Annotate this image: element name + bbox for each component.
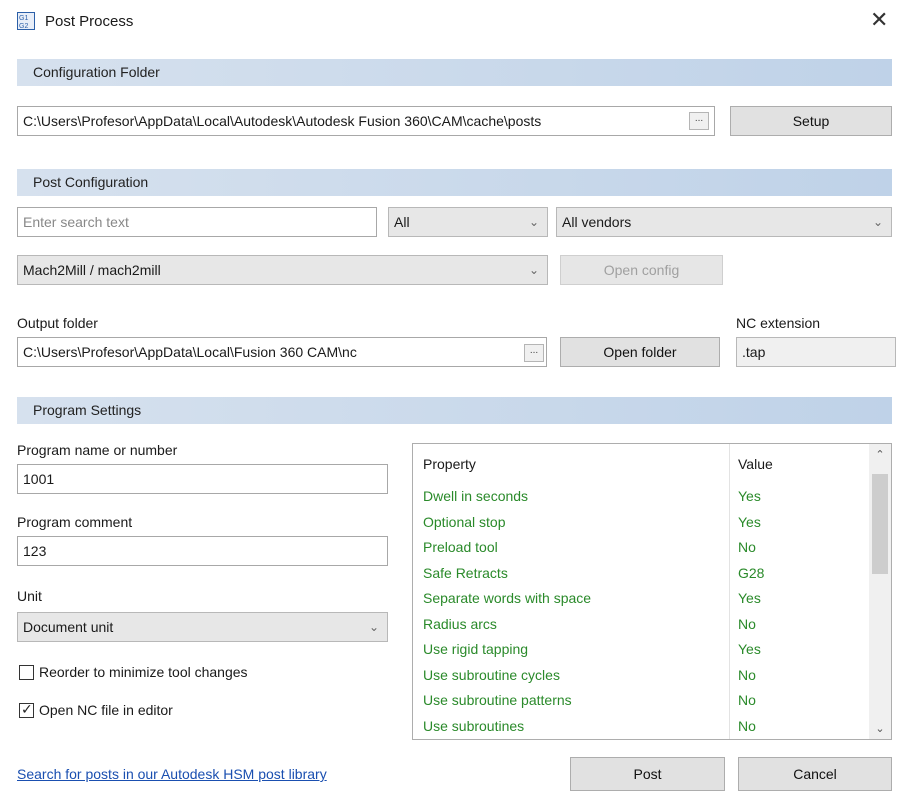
check-icon: ✓ — [21, 701, 33, 717]
property-name: Use subroutines — [423, 717, 525, 734]
chevron-down-icon: ⌄ — [872, 215, 883, 229]
unit-value: Document unit — [23, 619, 114, 635]
close-icon[interactable]: ✕ — [870, 9, 888, 31]
table-row[interactable]: Dwell in seconds Yes — [413, 484, 868, 510]
program-name-input[interactable]: 1001 — [17, 464, 388, 494]
property-value: No — [738, 539, 756, 555]
output-folder-path[interactable]: C:\Users\Profesor\AppData\Local\Fusion 3… — [17, 337, 547, 367]
output-browse-button[interactable]: ... — [524, 344, 544, 362]
property-value: Yes — [738, 590, 761, 606]
svg-text:G1: G1 — [19, 15, 28, 22]
app-icon: G1 G2 — [17, 12, 35, 30]
open-nc-checkbox[interactable]: ✓ — [19, 701, 34, 718]
property-value: No — [738, 692, 756, 708]
config-browse-button[interactable]: ... — [689, 112, 709, 130]
value-column-header: Value — [738, 456, 773, 472]
scrollbar-thumb[interactable] — [872, 474, 888, 574]
table-row[interactable]: Safe Retracts G28 — [413, 561, 868, 587]
property-column-header: Property — [423, 456, 476, 472]
filter-value: All — [394, 214, 410, 230]
chevron-down-icon: ⌄ — [368, 620, 379, 634]
nc-extension-field[interactable]: .tap — [736, 337, 896, 367]
unit-label: Unit — [17, 588, 42, 604]
open-config-button[interactable]: Open config — [560, 255, 723, 285]
post-select[interactable]: Mach2Mill / mach2mill ⌄ — [17, 255, 548, 285]
table-row[interactable]: Separate words with space Yes — [413, 586, 868, 612]
config-folder-path[interactable]: C:\Users\Profesor\AppData\Local\Autodesk… — [17, 106, 715, 136]
property-grid-scrollbar[interactable]: ⌃ ⌄ — [869, 444, 891, 739]
table-row[interactable]: Use rigid tapping Yes — [413, 637, 868, 663]
property-value: No — [738, 666, 756, 683]
property-name: Separate words with space — [423, 590, 592, 606]
setup-button[interactable]: Setup — [730, 106, 892, 136]
property-value: G28 — [738, 564, 765, 581]
table-row[interactable]: Use subroutine cycles No — [413, 663, 868, 689]
property-name: Optional stop — [423, 513, 506, 530]
post-library-link[interactable]: Search for posts in our Autodesk HSM pos… — [17, 766, 327, 782]
property-value: No — [738, 717, 756, 734]
property-name: Safe Retracts — [423, 564, 508, 581]
program-comment-input[interactable]: 123 — [17, 536, 388, 566]
reorder-checkbox[interactable] — [19, 665, 34, 680]
unit-select[interactable]: Document unit ⌄ — [17, 612, 388, 642]
vendor-select[interactable]: All vendors ⌄ — [556, 207, 892, 237]
nc-extension-label: NC extension — [736, 315, 821, 331]
chevron-down-icon: ⌄ — [528, 215, 539, 229]
output-folder-label: Output folder — [17, 315, 98, 331]
vendor-value: All vendors — [562, 214, 632, 230]
property-name: Use rigid tapping — [423, 641, 529, 657]
property-name: Radius arcs — [423, 615, 497, 632]
property-value: Yes — [738, 513, 761, 530]
property-name: Preload tool — [423, 539, 498, 555]
post-value: Mach2Mill / mach2mill — [23, 262, 161, 278]
program-name-label: Program name or number — [17, 442, 178, 458]
property-name: Use subroutine cycles — [423, 666, 560, 683]
table-row[interactable]: Radius arcs No — [413, 612, 868, 638]
table-row[interactable]: Use subroutines No — [413, 714, 868, 740]
chevron-down-icon[interactable]: ⌄ — [869, 722, 891, 735]
table-row[interactable]: Use subroutine patterns No — [413, 688, 868, 714]
property-grid[interactable]: Property Value Dwell in seconds Yes Opti… — [412, 443, 892, 740]
open-folder-button[interactable]: Open folder — [560, 337, 720, 367]
property-name: Use subroutine patterns — [423, 692, 572, 708]
window-title: Post Process — [45, 13, 134, 30]
open-nc-label: Open NC file in editor — [39, 702, 173, 718]
config-folder-section: Configuration Folder — [17, 59, 892, 86]
chevron-down-icon: ⌄ — [528, 263, 539, 277]
post-button[interactable]: Post — [570, 757, 725, 791]
chevron-up-icon[interactable]: ⌃ — [869, 448, 891, 461]
table-row[interactable]: Preload tool No — [413, 535, 868, 561]
svg-text:G2: G2 — [19, 23, 28, 30]
property-grid-header: Property Value — [413, 444, 891, 484]
filter-select[interactable]: All ⌄ — [388, 207, 548, 237]
program-settings-section: Program Settings — [17, 397, 892, 424]
search-input[interactable]: Enter search text — [17, 207, 377, 237]
post-config-section: Post Configuration — [17, 169, 892, 196]
reorder-label: Reorder to minimize tool changes — [39, 664, 248, 680]
table-row[interactable]: Optional stop Yes — [413, 510, 868, 536]
property-name: Dwell in seconds — [423, 488, 529, 504]
program-comment-label: Program comment — [17, 514, 133, 530]
property-value: No — [738, 615, 756, 632]
property-value: Yes — [738, 488, 761, 504]
property-value: Yes — [738, 641, 761, 657]
cancel-button[interactable]: Cancel — [738, 757, 892, 791]
